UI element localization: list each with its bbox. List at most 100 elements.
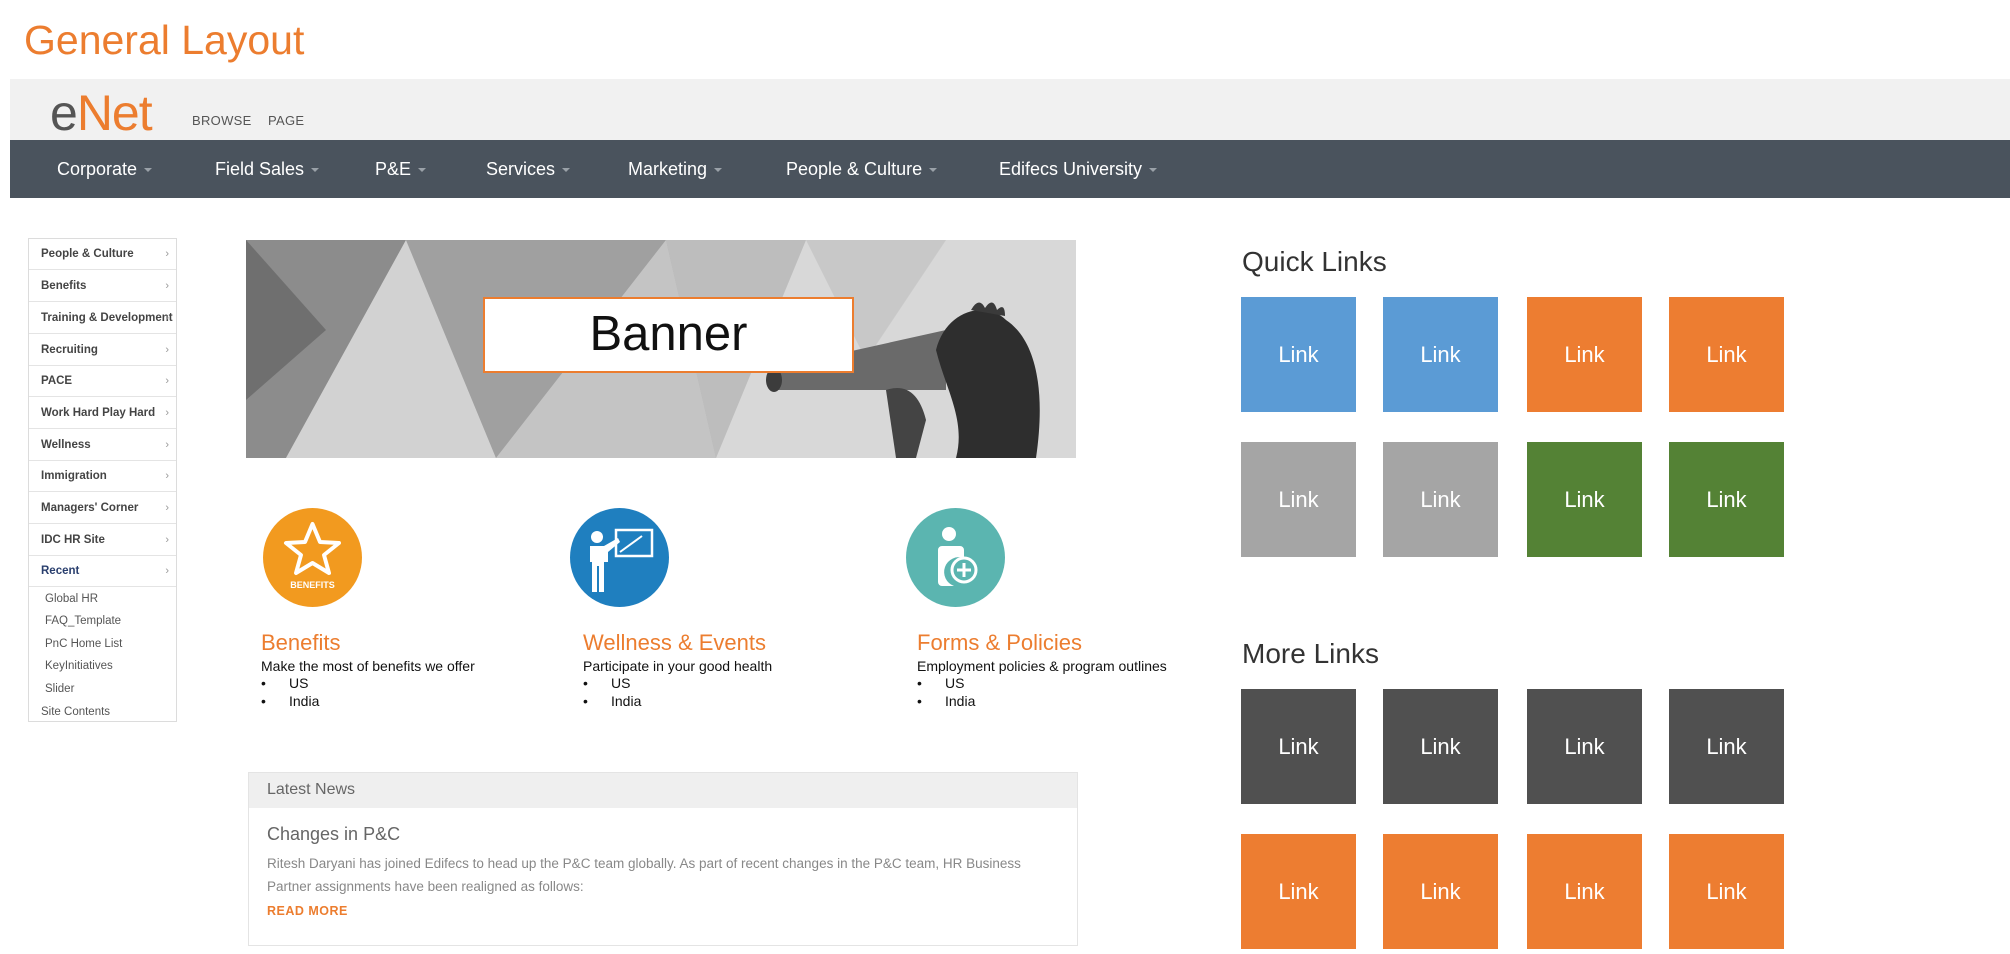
chevron-right-icon: › xyxy=(165,312,169,324)
wellness-title[interactable]: Wellness & Events xyxy=(583,630,766,656)
benefits-description: Make the most of benefits we offer xyxy=(261,658,475,674)
benefits-circle[interactable]: BENEFITS xyxy=(263,508,362,607)
more-link-tile[interactable]: Link xyxy=(1383,834,1498,949)
tile-label: Link xyxy=(1420,341,1461,367)
chevron-down-icon xyxy=(418,168,427,173)
site-contents-link[interactable]: Site Contents xyxy=(41,706,110,718)
sidebar-item-label: Training & Development xyxy=(41,312,173,324)
nav-label: Corporate xyxy=(57,159,138,179)
sidebar-item-recent[interactable]: Recent › xyxy=(29,556,176,587)
chevron-right-icon: › xyxy=(165,502,169,514)
forms-bullet-india[interactable]: • India xyxy=(917,693,975,709)
chevron-right-icon: › xyxy=(165,470,169,482)
enet-logo[interactable]: eNet xyxy=(50,82,153,144)
bullet-label: India xyxy=(945,693,976,709)
sidebar-item-label: Recruiting xyxy=(41,344,98,356)
nav-item-people-culture[interactable]: People & Culture xyxy=(786,140,938,198)
quick-link-tile[interactable]: Link xyxy=(1669,297,1784,412)
sidebar-item-wellness[interactable]: Wellness › xyxy=(29,430,176,461)
quick-link-tile[interactable]: Link xyxy=(1383,297,1498,412)
forms-bullet-us[interactable]: • US xyxy=(917,675,964,691)
nav-item-pe[interactable]: P&E xyxy=(375,140,427,198)
bullet-label: US xyxy=(945,675,965,691)
sidebar-item-label: Recent xyxy=(41,565,80,577)
tile-label: Link xyxy=(1420,486,1461,512)
forms-circle[interactable] xyxy=(906,508,1005,607)
wellness-bullet-us[interactable]: • US xyxy=(583,675,630,691)
quick-link-tile[interactable]: Link xyxy=(1527,442,1642,557)
page-tab[interactable]: PAGE xyxy=(268,113,304,128)
sidebar-item-recruiting[interactable]: Recruiting › xyxy=(29,335,176,366)
quick-link-tile[interactable]: Link xyxy=(1527,297,1642,412)
forms-title[interactable]: Forms & Policies xyxy=(917,630,1082,656)
chevron-down-icon xyxy=(311,168,320,173)
bullet-label: India xyxy=(289,693,320,709)
chevron-right-icon: › xyxy=(165,375,169,387)
recent-link-faq-template[interactable]: FAQ_Template xyxy=(45,615,121,627)
bullet-label: India xyxy=(611,693,642,709)
tile-label: Link xyxy=(1706,878,1747,904)
quick-link-tile[interactable]: Link xyxy=(1383,442,1498,557)
recent-link-keyinitiatives[interactable]: KeyInitiatives xyxy=(45,660,113,672)
benefits-bullet-us[interactable]: • US xyxy=(261,675,308,691)
quick-link-tile[interactable]: Link xyxy=(1241,297,1356,412)
tile-label: Link xyxy=(1564,733,1605,759)
more-link-tile[interactable]: Link xyxy=(1669,834,1784,949)
benefits-title[interactable]: Benefits xyxy=(261,630,341,656)
chevron-down-icon xyxy=(144,168,153,173)
sidebar-item-pace[interactable]: PACE › xyxy=(29,366,176,397)
nav-item-services[interactable]: Services xyxy=(486,140,571,198)
recent-link-pnc-home-list[interactable]: PnC Home List xyxy=(45,638,122,650)
quick-link-tile[interactable]: Link xyxy=(1241,442,1356,557)
sidebar-item-idc-hr-site[interactable]: IDC HR Site › xyxy=(29,525,176,556)
sidebar-item-training-development[interactable]: Training & Development › xyxy=(29,303,176,334)
sidebar-item-immigration[interactable]: Immigration › xyxy=(29,461,176,492)
quick-links-title: Quick Links xyxy=(1242,246,1387,277)
more-link-tile[interactable]: Link xyxy=(1383,689,1498,804)
sidebar-item-benefits[interactable]: Benefits › xyxy=(29,271,176,302)
news-item-title[interactable]: Changes in P&C xyxy=(267,824,400,845)
nav-label: Field Sales xyxy=(215,159,305,179)
wellness-circle[interactable] xyxy=(570,508,669,607)
more-link-tile[interactable]: Link xyxy=(1527,834,1642,949)
nav-label: Edifecs University xyxy=(999,159,1143,179)
more-link-tile[interactable]: Link xyxy=(1527,689,1642,804)
wellness-bullet-india[interactable]: • India xyxy=(583,693,641,709)
presenter-icon xyxy=(590,528,654,592)
logo-e: e xyxy=(50,85,78,141)
nav-label: Services xyxy=(486,159,556,179)
tile-label: Link xyxy=(1564,486,1605,512)
more-link-tile[interactable]: Link xyxy=(1241,689,1356,804)
quick-link-tile[interactable]: Link xyxy=(1669,442,1784,557)
tile-label: Link xyxy=(1278,341,1319,367)
nav-label: P&E xyxy=(375,159,412,179)
tile-label: Link xyxy=(1420,878,1461,904)
forms-description: Employment policies & program outlines xyxy=(917,658,1167,674)
sidebar-item-label: Managers' Corner xyxy=(41,502,139,514)
banner-label: Banner xyxy=(483,297,854,373)
nav-item-marketing[interactable]: Marketing xyxy=(628,140,723,198)
sidebar-item-label: Benefits xyxy=(41,280,87,292)
sidebar-item-people-culture[interactable]: People & Culture › xyxy=(29,239,176,270)
recent-link-global-hr[interactable]: Global HR xyxy=(45,593,98,605)
tile-label: Link xyxy=(1278,486,1319,512)
page-title: General Layout xyxy=(24,17,305,63)
browse-tab[interactable]: BROWSE xyxy=(192,113,252,128)
tile-label: Link xyxy=(1420,733,1461,759)
sidebar-item-managers-corner[interactable]: Managers' Corner › xyxy=(29,493,176,524)
recent-link-slider[interactable]: Slider xyxy=(45,683,74,695)
nav-item-corporate[interactable]: Corporate xyxy=(57,140,153,198)
nav-item-field-sales[interactable]: Field Sales xyxy=(215,140,320,198)
chevron-right-icon: › xyxy=(165,344,169,356)
chevron-down-icon xyxy=(562,168,571,173)
sidebar-item-work-hard-play-hard[interactable]: Work Hard Play Hard › xyxy=(29,398,176,429)
more-link-tile[interactable]: Link xyxy=(1669,689,1784,804)
benefits-bullet-india[interactable]: • India xyxy=(261,693,319,709)
more-link-tile[interactable]: Link xyxy=(1241,834,1356,949)
tile-label: Link xyxy=(1564,341,1605,367)
chevron-down-icon xyxy=(1149,168,1158,173)
nav-item-edifecs-university[interactable]: Edifecs University xyxy=(999,140,1158,198)
tile-label: Link xyxy=(1706,733,1747,759)
read-more-link[interactable]: READ MORE xyxy=(267,904,348,918)
more-links-title: More Links xyxy=(1242,638,1379,669)
